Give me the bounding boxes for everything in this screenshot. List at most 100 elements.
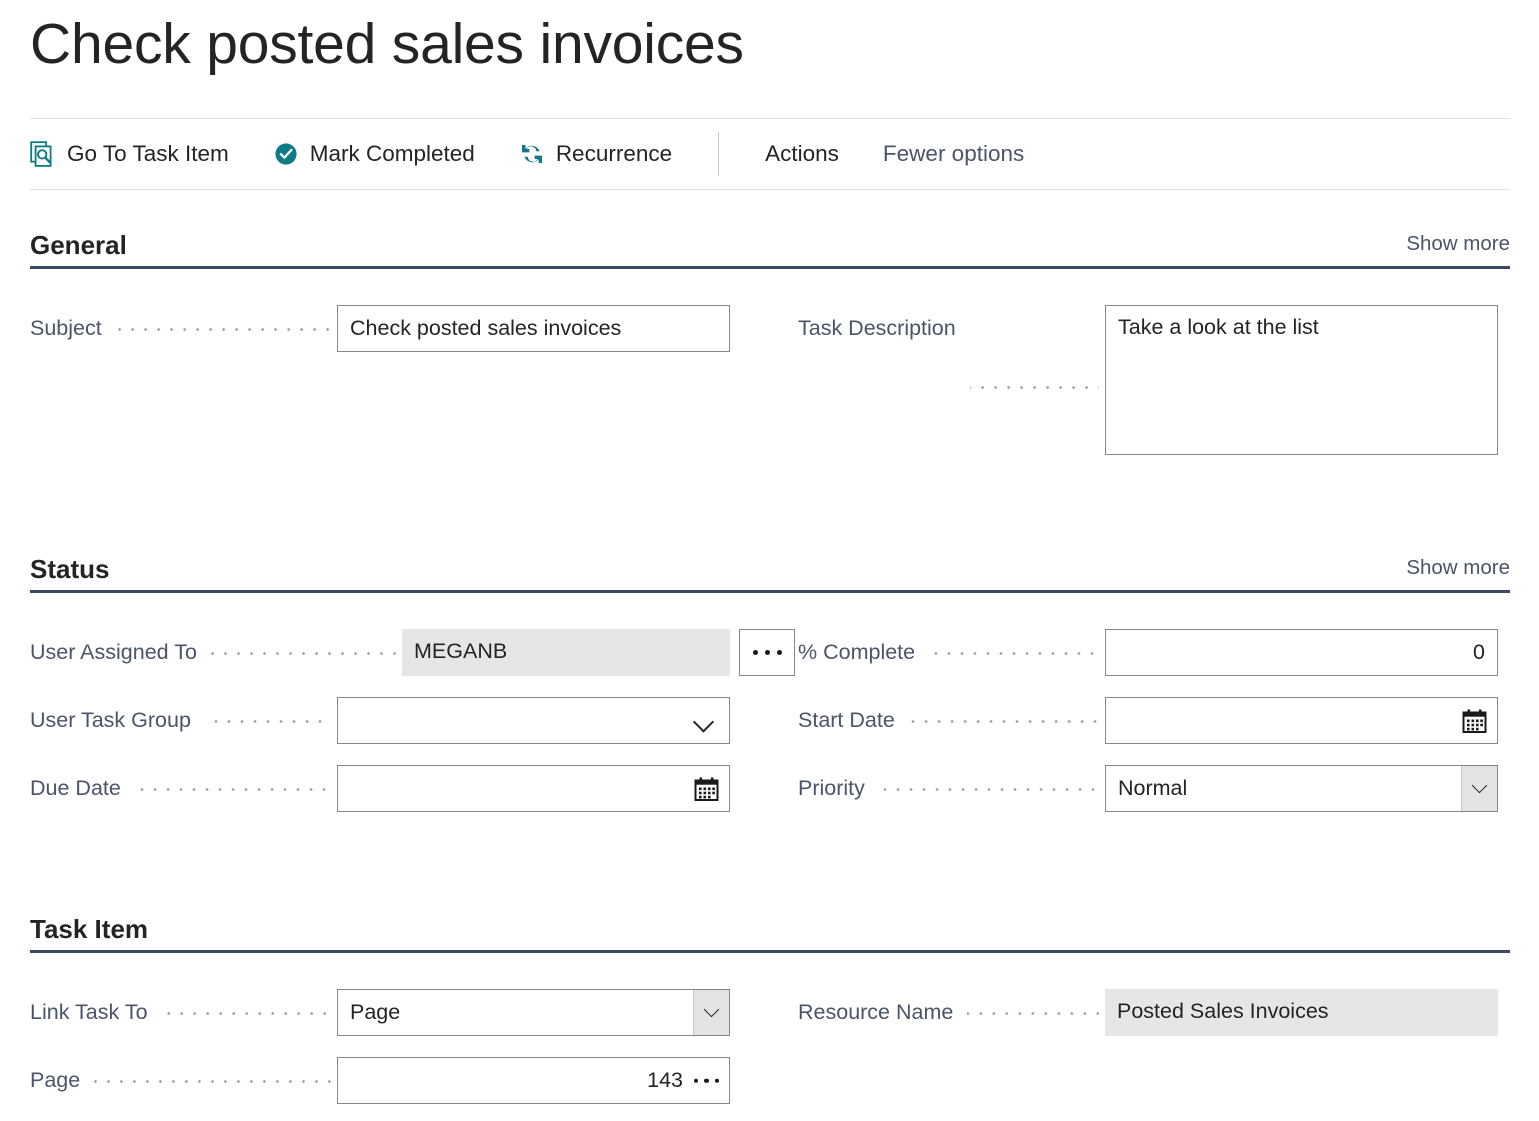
subject-label: Subject	[30, 316, 110, 341]
status-section: Status Show more User Assigned To MEGANB	[30, 538, 1510, 859]
task-item-right-column: Resource Name Posted Sales Invoices	[798, 989, 1498, 1057]
page-leader-dots	[94, 1071, 331, 1092]
chevron-down-icon	[1472, 778, 1488, 794]
subject-field[interactable]: Check posted sales invoices	[337, 305, 730, 352]
task-item-section-header: Task Item	[30, 898, 1510, 950]
percent-complete-leader-dots	[929, 643, 1099, 664]
link-task-to-select[interactable]: Page	[337, 989, 730, 1036]
priority-label: Priority	[798, 776, 873, 801]
go-to-task-item-button[interactable]: Go To Task Item	[30, 119, 229, 189]
task-item-section-title: Task Item	[30, 914, 148, 944]
task-description-leader-dots	[970, 377, 1099, 398]
status-section-header: Status Show more	[30, 538, 1510, 590]
mark-completed-icon	[273, 141, 299, 167]
status-section-title: Status	[30, 554, 109, 584]
mark-completed-button[interactable]: Mark Completed	[273, 119, 475, 189]
due-date-row: Due Date	[30, 765, 730, 812]
user-assigned-to-input[interactable]: MEGANB	[402, 629, 730, 676]
fewer-options-button[interactable]: Fewer options	[883, 141, 1024, 167]
due-date-label: Due Date	[30, 776, 129, 801]
priority-leader-dots	[879, 779, 1099, 800]
subject-leader-dots	[116, 319, 331, 340]
user-task-group-input[interactable]	[337, 697, 730, 744]
link-task-to-row: Link Task To Page	[30, 989, 730, 1036]
due-date-field[interactable]	[337, 765, 730, 812]
priority-dropdown-button[interactable]	[1461, 766, 1497, 811]
go-to-task-item-icon	[30, 141, 56, 167]
general-left-column: Subject Check posted sales invoices	[30, 305, 730, 373]
subject-row: Subject Check posted sales invoices	[30, 305, 730, 352]
user-task-group-row: User Task Group	[30, 697, 730, 744]
command-bar: Go To Task Item Mark Completed Recurrenc…	[30, 118, 1510, 190]
task-item-section: Task Item Link Task To Page Page	[30, 898, 1510, 1121]
resource-name-row: Resource Name Posted Sales Invoices	[798, 989, 1498, 1036]
recurrence-label: Recurrence	[556, 141, 672, 167]
priority-field[interactable]: Normal	[1105, 765, 1498, 812]
user-assigned-to-label: User Assigned To	[30, 640, 205, 665]
chevron-down-icon[interactable]	[694, 714, 716, 727]
general-right-column: Task Description Take a look at the list	[798, 305, 1498, 476]
user-assigned-to-field[interactable]: MEGANB	[402, 629, 730, 676]
status-section-rule	[30, 590, 1510, 593]
page-assist-ellipsis-icon[interactable]	[694, 1078, 720, 1083]
link-task-to-label: Link Task To	[30, 1000, 156, 1025]
user-task-group-label: User Task Group	[30, 708, 199, 733]
general-section-rule	[30, 266, 1510, 269]
actions-menu-button[interactable]: Actions	[765, 141, 839, 167]
resource-name-value: Posted Sales Invoices	[1105, 989, 1498, 1036]
general-show-more-link[interactable]: Show more	[1406, 232, 1510, 256]
priority-select[interactable]: Normal	[1105, 765, 1498, 812]
user-assigned-to-row: User Assigned To MEGANB	[30, 629, 730, 676]
page-row: Page 143	[30, 1057, 730, 1104]
page-field[interactable]: 143	[337, 1057, 730, 1104]
start-date-input[interactable]	[1105, 697, 1498, 744]
percent-complete-row: % Complete 0	[798, 629, 1498, 676]
recurrence-button[interactable]: Recurrence	[519, 119, 672, 189]
user-task-group-leader-dots	[205, 711, 331, 732]
task-description-label: Task Description	[798, 305, 964, 352]
percent-complete-label: % Complete	[798, 640, 923, 665]
ellipsis-icon	[753, 650, 782, 655]
user-task-group-field[interactable]	[337, 697, 730, 744]
general-section-header: General Show more	[30, 214, 1510, 266]
calendar-icon[interactable]	[694, 776, 719, 801]
percent-complete-field[interactable]: 0	[1105, 629, 1498, 676]
general-fields: Subject Check posted sales invoices Task…	[30, 305, 1510, 525]
status-show-more-link[interactable]: Show more	[1406, 556, 1510, 580]
resource-name-label: Resource Name	[798, 1000, 961, 1025]
percent-complete-input[interactable]: 0	[1105, 629, 1498, 676]
general-section: General Show more Subject Check posted s…	[30, 214, 1510, 525]
resource-name-field: Posted Sales Invoices	[1105, 989, 1498, 1036]
task-item-section-rule	[30, 950, 1510, 953]
page-input[interactable]: 143	[337, 1057, 730, 1104]
page-title: Check posted sales invoices	[30, 6, 744, 82]
link-task-to-dropdown-button[interactable]	[693, 990, 729, 1035]
due-date-input[interactable]	[337, 765, 730, 812]
priority-row: Priority Normal	[798, 765, 1498, 812]
start-date-label: Start Date	[798, 708, 903, 733]
status-right-column: % Complete 0 Start Date	[798, 629, 1498, 833]
status-left-column: User Assigned To MEGANB User Task Group	[30, 629, 730, 833]
task-item-fields: Link Task To Page Page 143	[30, 989, 1510, 1121]
calendar-icon[interactable]	[1462, 708, 1487, 733]
task-item-left-column: Link Task To Page Page 143	[30, 989, 730, 1121]
start-date-row: Start Date	[798, 697, 1498, 744]
task-description-row: Task Description Take a look at the list	[798, 305, 1498, 455]
task-description-field[interactable]: Take a look at the list	[1105, 305, 1498, 455]
general-section-title: General	[30, 230, 127, 260]
start-date-field[interactable]	[1105, 697, 1498, 744]
due-date-leader-dots	[135, 779, 331, 800]
mark-completed-label: Mark Completed	[310, 141, 475, 167]
link-task-to-leader-dots	[162, 1003, 331, 1024]
task-description-textarea[interactable]: Take a look at the list	[1105, 305, 1498, 455]
task-page: Check posted sales invoices Go To Task I…	[0, 0, 1539, 1121]
recurrence-icon	[519, 141, 545, 167]
toolbar-separator	[718, 132, 719, 176]
user-assigned-to-assist-button[interactable]	[739, 629, 795, 676]
subject-input[interactable]: Check posted sales invoices	[337, 305, 730, 352]
chevron-down-icon	[704, 1002, 720, 1018]
user-assigned-to-leader-dots	[211, 643, 396, 664]
page-label: Page	[30, 1068, 88, 1093]
link-task-to-field[interactable]: Page	[337, 989, 730, 1036]
go-to-task-item-label: Go To Task Item	[67, 141, 229, 167]
